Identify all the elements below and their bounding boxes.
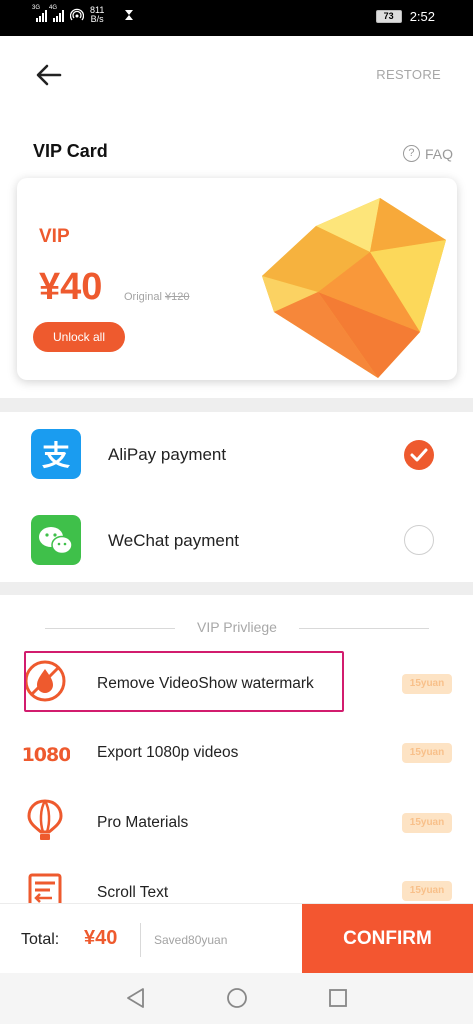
price-badge: 15yuan (402, 743, 452, 763)
privilege-label: Export 1080p videos (97, 744, 239, 761)
unlock-all-button[interactable]: Unlock all (33, 322, 125, 352)
alipay-radio-checked[interactable] (404, 440, 434, 470)
vip-purchase-screen: 3G 4G 811 B/s 73 2:52 RESTORE VIP Card ?… (0, 0, 473, 1024)
nav-back-icon[interactable] (124, 986, 148, 1010)
price-badge: 15yuan (402, 813, 452, 833)
privilege-header-text: VIP Privliege (197, 619, 277, 635)
wechat-radio-unchecked[interactable] (404, 525, 434, 555)
wechat-icon (31, 515, 81, 565)
vip-price: ¥40 (39, 266, 103, 308)
privilege-item-1080p[interactable]: 1080 Export 1080p videos 15yuan (0, 719, 473, 787)
vertical-divider (140, 923, 141, 957)
section-separator (0, 582, 473, 595)
status-bar: 3G 4G 811 B/s 73 2:52 (0, 0, 473, 36)
checkmark-icon (410, 448, 428, 462)
privilege-header: VIP Privliege (45, 619, 429, 637)
original-price-prefix: Original (124, 291, 162, 303)
hotspot-icon (70, 8, 84, 21)
clock: 2:52 (409, 9, 435, 24)
signal-1-tag: 3G (32, 5, 41, 11)
alipay-label: AliPay payment (108, 445, 227, 464)
nav-recents-icon[interactable] (326, 986, 350, 1010)
status-left: 3G 4G 811 B/s (32, 5, 134, 24)
net-speed: 811 B/s (90, 6, 104, 24)
svg-text:支: 支 (42, 439, 70, 472)
price-badge: 15yuan (402, 674, 452, 694)
system-nav-bar (0, 973, 473, 1024)
signal-2-icon: 4G (49, 5, 64, 22)
status-right: 73 2:52 (375, 9, 435, 24)
checkout-bar: Total: ¥40 Saved80yuan CONFIRM (0, 903, 473, 974)
price-badge: 15yuan (402, 881, 452, 901)
privilege-label: Pro Materials (97, 814, 189, 831)
restore-button[interactable]: RESTORE (376, 67, 441, 82)
divider-right (299, 628, 429, 629)
1080-icon: 1080 (22, 744, 70, 766)
wechat-option[interactable]: WeChat payment (0, 497, 473, 582)
wechat-label: WeChat payment (108, 531, 240, 550)
signal-2-tag: 4G (49, 5, 58, 11)
privilege-item-pro-materials[interactable]: Pro Materials 15yuan (0, 789, 473, 857)
diamond-icon (262, 198, 446, 378)
original-price-value: ¥120 (164, 291, 190, 303)
total-value: ¥40 (84, 927, 118, 949)
back-arrow-icon[interactable] (34, 60, 64, 90)
svg-text:1080: 1080 (22, 744, 70, 766)
faq-label: FAQ (424, 145, 453, 162)
saved-amount: Saved80yuan (154, 933, 228, 947)
original-price: Original ¥120 (124, 291, 189, 303)
total-label: Total: (21, 931, 60, 948)
nav-home-icon[interactable] (225, 986, 249, 1010)
alipay-option[interactable]: 支 AliPay payment (0, 412, 473, 497)
vip-card: VIP ¥40 Original ¥120 Unlock all (17, 178, 457, 380)
battery-level: 73 (383, 11, 394, 21)
confirm-button[interactable]: CONFIRM (302, 904, 473, 974)
net-speed-unit: B/s (90, 14, 104, 24)
question-icon: ? (402, 145, 420, 162)
privilege-label: Scroll Text (97, 884, 169, 901)
section-separator (0, 398, 473, 412)
signal-1-icon: 3G (32, 5, 47, 22)
hourglass-icon (125, 10, 134, 20)
highlight-box (24, 651, 344, 712)
balloon-icon (27, 799, 63, 840)
vip-tier-label: VIP (39, 226, 70, 247)
vip-card-title: VIP Card (33, 141, 108, 161)
alipay-icon: 支 (31, 429, 81, 479)
faq-button[interactable]: ? FAQ (402, 145, 453, 162)
battery-icon: 73 (375, 10, 402, 23)
